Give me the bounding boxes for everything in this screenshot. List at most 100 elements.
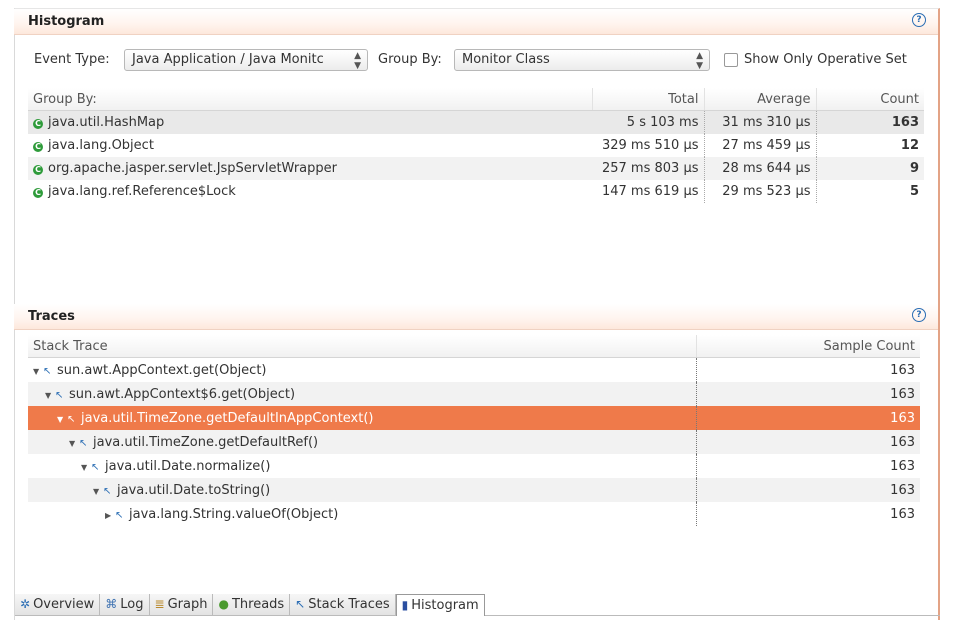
col-total[interactable]: Total (592, 88, 705, 111)
histogram-header-row: Group By: Total Average Count (28, 88, 924, 111)
trace-row-selected[interactable]: ▼ ↖ java.util.TimeZone.getDefaultInAppCont… (28, 406, 920, 430)
traces-section-header: Traces ? (14, 304, 938, 330)
row-count: 9 (816, 157, 924, 180)
graph-icon: ≣ (154, 597, 165, 611)
trace-frame-cell: ▼ ↖ sun.awt.AppContext$6.get(Object) (28, 382, 696, 406)
tab-label: Threads (231, 597, 285, 612)
class-icon: C (33, 119, 43, 129)
row-average: 28 ms 644 µs (704, 157, 817, 180)
trace-count: 163 (695, 430, 920, 454)
row-count: 163 (816, 110, 924, 134)
trace-frame-cell: ▼ ↖ java.util.TimeZone.getDefaultInAppCont… (28, 406, 696, 430)
combo-arrows-icon: ▲ ▼ (354, 51, 361, 71)
row-total: 147 ms 619 µs (592, 180, 705, 203)
row-name-cell: Cjava.util.HashMap (28, 110, 592, 134)
class-icon: C (33, 165, 43, 175)
row-name-cell: Cjava.lang.ref.Reference$Lock (28, 180, 592, 203)
col-stack-trace[interactable]: Stack Trace (28, 335, 696, 358)
event-type-select[interactable]: Java Application / Java Monitc ▲ ▼ (124, 49, 368, 71)
tab-stack-traces[interactable]: ↖ Stack Traces (290, 594, 396, 615)
method-icon: ↖ (55, 389, 64, 401)
expand-twisty-icon[interactable]: ▼ (69, 439, 79, 448)
method-icon: ↖ (79, 437, 88, 449)
trace-count: 163 (695, 382, 920, 406)
tab-label: Histogram (411, 598, 479, 613)
row-name-cell: Cjava.lang.Object (28, 134, 592, 157)
log-icon: ⌘ (105, 597, 118, 611)
tab-overview[interactable]: ✲ Overview (15, 594, 101, 615)
table-row[interactable]: Cjava.util.HashMap 5 s 103 ms 31 ms 310 … (28, 110, 924, 134)
row-name-cell: Corg.apache.jasper.servlet.JspServletWra… (28, 157, 592, 180)
traces-header-row: Stack Trace Sample Count (28, 335, 920, 358)
trace-frame: java.util.Date.toString() (117, 482, 271, 498)
table-row[interactable]: Cjava.lang.ref.Reference$Lock 147 ms 619… (28, 180, 924, 203)
trace-frame-cell: ▼ ↖ java.util.TimeZone.getDefaultRef() (28, 430, 696, 454)
threads-icon: ● (218, 597, 229, 611)
tab-label: Log (120, 597, 144, 612)
histogram-help-icon[interactable]: ? (912, 13, 926, 27)
trace-frame-cell: ▶ ↖ java.lang.String.valueOf(Object) (28, 502, 696, 526)
class-icon: C (33, 188, 43, 198)
col-sample-count[interactable]: Sample Count (695, 335, 920, 358)
tab-threads[interactable]: ● Threads (213, 594, 291, 615)
group-by-select[interactable]: Monitor Class ▲ ▼ (454, 49, 710, 71)
row-count: 5 (909, 184, 919, 199)
event-type-label: Event Type: (34, 52, 110, 67)
combo-arrows-icon: ▲ ▼ (696, 51, 703, 71)
row-total: 257 ms 803 µs (592, 157, 705, 180)
trace-frame: java.util.TimeZone.getDefaultRef() (93, 434, 319, 450)
expand-twisty-icon[interactable]: ▶ (105, 511, 115, 520)
tab-graph[interactable]: ≣ Graph (149, 594, 214, 615)
tab-log[interactable]: ⌘ Log (100, 594, 150, 615)
expand-twisty-icon[interactable]: ▼ (81, 463, 91, 472)
row-average: 27 ms 459 µs (704, 134, 817, 157)
row-name: org.apache.jasper.servlet.JspServletWrap… (48, 161, 337, 176)
histogram-icon: ▮ (401, 598, 409, 612)
trace-row[interactable]: ▼ ↖ java.util.TimeZone.getDefaultRef() 163 (28, 430, 920, 454)
trace-frame: sun.awt.AppContext$6.get(Object) (69, 386, 296, 402)
expand-twisty-icon[interactable]: ▼ (93, 487, 103, 496)
table-row[interactable]: Corg.apache.jasper.servlet.JspServletWra… (28, 157, 924, 180)
trace-frame-cell: ▼ ↖ java.util.Date.normalize() (28, 454, 696, 478)
row-name: java.util.HashMap (48, 115, 165, 130)
trace-row[interactable]: ▼ ↖ sun.awt.AppContext.get(Object) 163 (28, 357, 920, 382)
method-icon: ↖ (67, 413, 76, 425)
row-name: java.lang.Object (48, 138, 154, 153)
trace-row[interactable]: ▼ ↖ java.util.Date.toString() 163 (28, 478, 920, 502)
traces-help-icon[interactable]: ? (912, 308, 926, 322)
trace-row[interactable]: ▼ ↖ java.util.Date.normalize() 163 (28, 454, 920, 478)
histogram-table: Group By: Total Average Count Cjava.util… (28, 88, 924, 203)
expand-twisty-icon[interactable]: ▼ (33, 367, 43, 376)
tab-histogram[interactable]: ▮ Histogram (395, 594, 485, 616)
class-icon: C (33, 142, 43, 152)
method-icon: ↖ (43, 365, 52, 377)
tab-label: Graph (167, 597, 208, 612)
editor-tab-bar: ✲ Overview ⌘ Log ≣ Graph ● Threads ↖ Stack Tr… (15, 594, 940, 616)
col-group-by[interactable]: Group By: (28, 88, 593, 111)
expand-twisty-icon[interactable]: ▼ (45, 391, 55, 400)
col-count[interactable]: Count (816, 88, 924, 111)
stack-traces-icon: ↖ (295, 597, 306, 611)
row-total: 5 s 103 ms (592, 110, 705, 134)
group-by-value: Monitor Class (462, 52, 550, 67)
trace-frame-cell: ▼ ↖ java.util.Date.toString() (28, 478, 696, 502)
trace-frame: sun.awt.AppContext.get(Object) (57, 362, 267, 378)
table-row[interactable]: Cjava.lang.Object 329 ms 510 µs 27 ms 45… (28, 134, 924, 157)
col-average[interactable]: Average (704, 88, 817, 111)
trace-frame: java.util.TimeZone.getDefaultInAppContex… (81, 410, 374, 426)
row-average: 29 ms 523 µs (704, 180, 817, 203)
traces-title: Traces (28, 309, 75, 324)
trace-count: 163 (695, 406, 920, 430)
trace-row[interactable]: ▶ ↖ java.lang.String.valueOf(Object) 163 (28, 502, 920, 526)
trace-row[interactable]: ▼ ↖ sun.awt.AppContext$6.get(Object) 163 (28, 382, 920, 406)
event-type-value: Java Application / Java Monitc (132, 52, 324, 67)
method-icon: ↖ (103, 485, 112, 497)
row-total: 329 ms 510 µs (592, 134, 705, 157)
show-operative-checkbox[interactable] (724, 53, 738, 67)
tab-label: Stack Traces (308, 597, 390, 612)
method-icon: ↖ (115, 509, 124, 521)
histogram-title: Histogram (28, 14, 105, 29)
expand-twisty-icon[interactable]: ▼ (57, 415, 67, 424)
show-operative-label: Show Only Operative Set (744, 52, 907, 67)
overview-icon: ✲ (20, 597, 31, 611)
